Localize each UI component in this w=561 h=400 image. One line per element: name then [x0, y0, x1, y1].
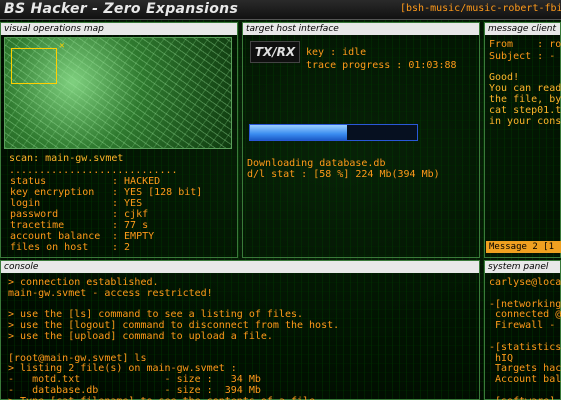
console-panel-title: console	[1, 261, 479, 273]
message-line: Good!	[489, 72, 520, 83]
system-line: Account bal	[489, 374, 561, 386]
console-line: - database.db - size : 394 Mb	[8, 385, 261, 396]
host-field-value: : YES [128 bit]	[112, 187, 203, 198]
system-line: Firewall -	[489, 320, 561, 332]
txrx-logo: TX/RX	[250, 41, 300, 63]
scan-label: scan: main-gw.svmet	[9, 153, 124, 164]
download-progress-fill	[250, 125, 347, 140]
message-line: You can read	[489, 83, 561, 94]
system-line: -[networking	[489, 298, 561, 310]
download-stat: d/l stat : [58 %] 224 Mb(394 Mb)	[247, 169, 440, 180]
map-x-icon: ✕	[59, 41, 65, 51]
host-field-label: account balance	[10, 231, 101, 242]
console-line: > use the [ls] command to see a listing …	[8, 309, 304, 321]
host-field-value: : YES	[112, 198, 143, 209]
console-line: > listing 2 file(s) on main-gw.svmet :	[8, 363, 237, 375]
city-map[interactable]: ✕	[4, 37, 232, 149]
host-field-value: : HACKED	[112, 176, 161, 187]
message-line: the file, by	[489, 94, 561, 105]
host-field-label: status	[10, 176, 47, 187]
system-line: Targets hac	[489, 363, 561, 375]
system-line: -[software]	[489, 396, 555, 400]
host-field-value: : EMPTY	[112, 231, 155, 242]
visual-separator: ............................	[9, 165, 178, 176]
downloading-label: Downloading database.db	[247, 158, 386, 169]
target-panel-title: target host interface	[243, 23, 479, 35]
key-status: key : idle	[306, 47, 367, 58]
host-field-value: : 2	[112, 242, 131, 253]
message-line: cat step01.tx	[489, 105, 561, 116]
console-line: main-gw.svmet - access restricted!	[8, 287, 213, 299]
message-footer[interactable]: Message 2 [1	[486, 241, 561, 253]
console-line: - motd.txt - size : 34 Mb	[8, 374, 261, 386]
system-line: carlyse@loca	[489, 277, 561, 288]
console-line: > connection established.	[8, 277, 159, 288]
host-field-value: : cjkf	[112, 209, 149, 220]
console-line: [root@main-gw.svmet] ls	[8, 352, 147, 364]
target-marker[interactable]	[11, 48, 57, 84]
host-field-label: password	[10, 209, 59, 220]
system-line: hIQ	[489, 352, 514, 364]
trace-progress: trace progress : 01:03:88	[306, 60, 457, 71]
music-track-label: [bsh-music/music-robert-fbis	[400, 3, 561, 14]
message-from: From : ro	[489, 39, 561, 50]
visual-panel-title: visual operations map	[1, 23, 237, 35]
host-field-label: login	[10, 198, 41, 209]
title-bar: BS Hacker - Zero Expansions [bsh-music/m…	[0, 0, 561, 20]
host-field-label: key encryption	[10, 187, 95, 198]
host-field-label: files on host	[10, 242, 89, 253]
message-subject: Subject : -	[489, 51, 556, 62]
console-line: > use the [upload] command to upload a f…	[8, 331, 273, 342]
message-panel-title: message client	[485, 23, 560, 35]
message-line: in your conso	[489, 116, 561, 127]
download-progress-bar	[249, 124, 418, 141]
host-field-label: tracetime	[10, 220, 65, 231]
host-field-value: : 77 s	[112, 220, 149, 231]
console-line: > Type [cat filename] to see the content…	[8, 396, 315, 400]
console-line: > use the [logout] command to disconnect…	[8, 320, 340, 332]
system-line: connected @	[489, 309, 561, 321]
system-line: -[statistics	[489, 341, 561, 353]
app-title: BS Hacker - Zero Expansions	[4, 1, 239, 17]
system-panel-title: system panel	[485, 261, 560, 273]
